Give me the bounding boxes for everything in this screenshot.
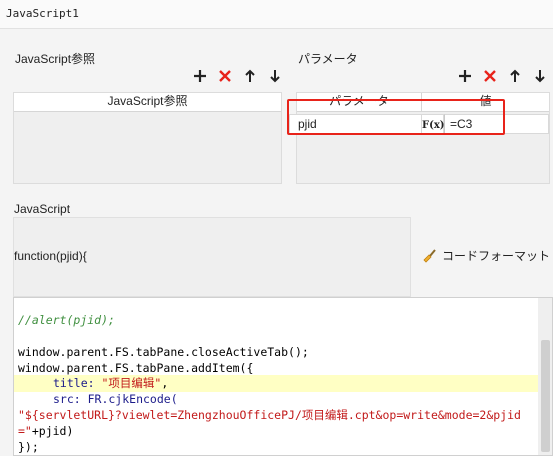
- js-ref-table: JavaScript参照: [13, 92, 282, 184]
- add-param-icon[interactable]: [457, 68, 473, 84]
- code-line-6: "${servletURL}?viewlet=ZhengzhouOfficePJ…: [18, 408, 521, 422]
- move-param-up-icon[interactable]: [507, 68, 523, 84]
- delete-param-icon[interactable]: [482, 68, 498, 84]
- move-param-down-icon[interactable]: [532, 68, 548, 84]
- param-toolbar: [457, 68, 548, 84]
- code-format-label: コードフォーマット: [442, 249, 551, 263]
- js-section-label: JavaScript: [14, 202, 71, 216]
- move-down-icon[interactable]: [267, 68, 283, 84]
- window-title: JavaScript1: [6, 7, 79, 20]
- code-line-2: window.parent.FS.tabPane.closeActiveTab(…: [18, 345, 309, 359]
- code-editor[interactable]: //alert(pjid); window.parent.FS.tabPane.…: [13, 297, 553, 456]
- code-line-8: });: [18, 440, 39, 454]
- code-line-4: title: "项目编辑",: [53, 375, 168, 392]
- add-icon[interactable]: [192, 68, 208, 84]
- left-toolbar: [192, 68, 283, 84]
- broom-icon: [423, 248, 436, 263]
- code-line-7-rest: +pjid): [31, 424, 74, 438]
- code-line-7: ="+pjid): [18, 423, 73, 440]
- move-up-icon[interactable]: [242, 68, 258, 84]
- param-section-label: パラメータ: [298, 52, 358, 66]
- js-ref-section-label: JavaScript参照: [15, 52, 96, 66]
- window-titlebar: JavaScript1: [0, 0, 553, 29]
- code-title-value: "项目编辑": [101, 376, 162, 390]
- function-signature: function(pjid){: [14, 249, 87, 263]
- delete-icon[interactable]: [217, 68, 233, 84]
- code-line-1: //alert(pjid);: [18, 313, 115, 327]
- code-line-5: src: FR.cjkEncode(: [53, 392, 178, 406]
- highlight-box: [287, 99, 505, 135]
- code-line-7-string: =": [18, 424, 32, 438]
- editor-scrollbar-thumb[interactable]: [541, 340, 550, 452]
- editor-scrollbar[interactable]: [538, 298, 552, 455]
- js-ref-column-header: JavaScript参照: [14, 93, 281, 112]
- code-title-key: title:: [53, 376, 102, 390]
- code-title-comma: ,: [161, 376, 169, 390]
- code-format-button[interactable]: コードフォーマット: [422, 247, 550, 264]
